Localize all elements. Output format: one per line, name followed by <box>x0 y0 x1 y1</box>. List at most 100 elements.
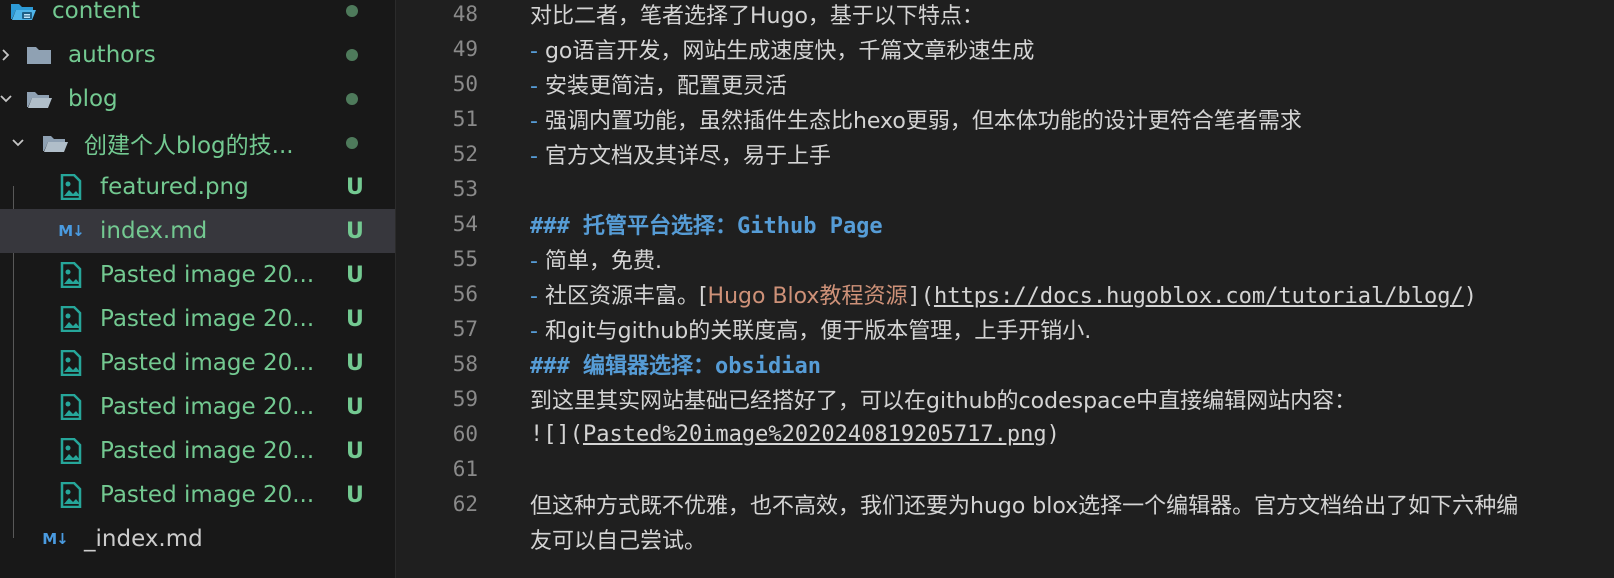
tree-item-label: authors <box>68 42 156 68</box>
tree-item-label: Pasted image 20... <box>100 306 315 332</box>
git-untracked-badge: U <box>346 482 364 508</box>
list-bullet: - <box>530 109 538 134</box>
code-line[interactable]: 57 - 和git与github的关联度高，便于版本管理，上手开销小. <box>396 311 1614 347</box>
line-content: - go语言开发，网站生成速度快，千篇文章秒速生成 <box>530 33 1034 65</box>
line-number: 54 <box>452 212 478 236</box>
tree-item[interactable]: authors <box>0 33 395 77</box>
image-file-icon <box>56 297 86 341</box>
line-content: - 简单，免费. <box>530 243 662 275</box>
line-number: 56 <box>452 282 478 306</box>
line-number: 58 <box>452 352 478 376</box>
line-number: 62 <box>452 492 478 516</box>
line-number: 60 <box>452 422 478 446</box>
list-bullet: - <box>530 144 538 169</box>
line-text: 简单，免费. <box>537 249 662 274</box>
code-line[interactable]: 48 对比二者，笔者选择了Hugo，基于以下特点： <box>396 0 1614 32</box>
line-content: - 和git与github的关联度高，便于版本管理，上手开销小. <box>530 313 1091 345</box>
folder-open-icon <box>40 121 70 165</box>
line-content: ### 编辑器选择：obsidian <box>530 348 821 380</box>
git-modified-dot <box>346 49 358 61</box>
line-text: 和git与github的关联度高，便于版本管理，上手开销小. <box>537 319 1092 344</box>
folder-open-icon <box>24 77 54 121</box>
line-number: 57 <box>452 317 478 341</box>
tree-item[interactable]: M↓ _index.md <box>0 517 395 561</box>
line-number: 59 <box>452 387 478 411</box>
tree-item[interactable]: Pasted image 20... U <box>0 385 395 429</box>
git-untracked-badge: U <box>346 218 364 244</box>
tree-item[interactable]: featured.png U <box>0 165 395 209</box>
line-number: 51 <box>452 107 478 131</box>
line-text: 对比二者，笔者选择了Hugo，基于以下特点： <box>530 4 984 29</box>
image-file-icon <box>56 165 86 209</box>
line-number: 53 <box>452 177 478 201</box>
code-line[interactable]: 友可以自己尝试。 <box>396 521 1614 557</box>
content-folder-icon <box>8 0 38 33</box>
list-bullet: - <box>530 319 538 344</box>
image-file-icon <box>56 473 86 517</box>
code-line[interactable]: 54 ### 托管平台选择：Github Page <box>396 206 1614 242</box>
list-bullet: - <box>530 284 538 309</box>
code-line[interactable]: 56 - 社区资源丰富。[Hugo Blox教程资源](https://docs.… <box>396 276 1614 312</box>
md-link-close: ) <box>1463 284 1478 309</box>
tree-item[interactable]: content <box>0 0 395 33</box>
code-line[interactable]: 49 - go语言开发，网站生成速度快，千篇文章秒速生成 <box>396 31 1614 67</box>
line-content: 友可以自己尝试。 <box>530 523 706 555</box>
code-line[interactable]: 60 ![](Pasted%20image%2020240819205717.pn… <box>396 416 1614 452</box>
list-bullet: - <box>530 74 538 99</box>
tree-item[interactable]: Pasted image 20... U <box>0 253 395 297</box>
tree-item[interactable]: Pasted image 20... U <box>0 297 395 341</box>
git-untracked-badge: U <box>346 438 364 464</box>
md-image-suffix: ) <box>1046 421 1060 447</box>
line-text: 友可以自己尝试。 <box>530 529 707 554</box>
tree-item-label: blog <box>68 86 118 112</box>
line-content: ### 托管平台选择：Github Page <box>530 208 883 240</box>
tree-item[interactable]: Pasted image 20... U <box>0 341 395 385</box>
explorer-sidebar: content authors blog 创建个人blog的技... featured.… <box>0 0 396 578</box>
markdown-icon: M↓ <box>58 222 85 240</box>
list-bullet: - <box>530 39 538 64</box>
code-line[interactable]: 55 - 简单，免费. <box>396 241 1614 277</box>
chevron-down-icon[interactable] <box>0 77 14 121</box>
code-line[interactable]: 62 但这种方式既不优雅，也不高效，我们还要为hugo blox选择一个编辑器。官… <box>396 486 1614 522</box>
image-file-icon <box>56 385 86 429</box>
tree-item[interactable]: blog <box>0 77 395 121</box>
line-text: 官方文档及其详尽，易于上手 <box>537 144 831 169</box>
git-modified-dot <box>346 5 358 17</box>
tree-item[interactable]: M↓ index.md U <box>0 209 395 253</box>
tree-item-label: _index.md <box>84 526 203 552</box>
git-untracked-badge: U <box>346 394 364 420</box>
line-content: - 强调内置功能，虽然插件生态比hexo更弱，但本体功能的设计更符合笔者需求 <box>530 103 1302 135</box>
line-text: 安装更简洁，配置更灵活 <box>537 74 787 99</box>
code-line[interactable]: 53 <box>396 171 1614 207</box>
git-modified-dot <box>346 137 358 149</box>
line-number: 52 <box>452 142 478 166</box>
code-line[interactable]: 52 - 官方文档及其详尽，易于上手 <box>396 136 1614 172</box>
md-link-url: https://docs.hugoblox.com/tutorial/blog/ <box>933 284 1464 309</box>
code-line[interactable]: 61 <box>396 451 1614 487</box>
code-line[interactable]: 59 到这里其实网站基础已经搭好了，可以在github的codespace中直接编… <box>396 381 1614 417</box>
markdown-icon: M↓ <box>42 530 69 548</box>
chevron-down-icon[interactable] <box>10 121 26 165</box>
tree-item-label: content <box>52 0 141 24</box>
image-file-icon <box>56 429 86 473</box>
line-text: go语言开发，网站生成速度快，千篇文章秒速生成 <box>537 39 1035 64</box>
code-line[interactable]: 51 - 强调内置功能，虽然插件生态比hexo更弱，但本体功能的设计更符合笔者需求 <box>396 101 1614 137</box>
code-line[interactable]: 58 ### 编辑器选择：obsidian <box>396 346 1614 382</box>
line-content: 但这种方式既不优雅，也不高效，我们还要为hugo blox选择一个编辑器。官方文… <box>530 488 1518 520</box>
chevron-right-icon[interactable] <box>0 33 14 77</box>
markdown-heading: ### 托管平台选择：Github Page <box>530 214 883 239</box>
tree-item[interactable]: 创建个人blog的技... <box>0 121 395 165</box>
line-content: 对比二者，笔者选择了Hugo，基于以下特点： <box>530 0 984 30</box>
tree-item[interactable]: Pasted image 20... U <box>0 429 395 473</box>
line-content: - 社区资源丰富。[Hugo Blox教程资源](https://docs.hu… <box>530 278 1477 310</box>
git-untracked-badge: U <box>346 306 364 332</box>
line-content: ![](Pasted%20image%2020240819205717.png) <box>530 422 1060 447</box>
git-modified-dot <box>346 93 358 105</box>
md-image-path: Pasted%20image%2020240819205717.png <box>582 421 1047 447</box>
line-text: 社区资源丰富。[ <box>537 284 708 309</box>
tree-item[interactable]: Pasted image 20... U <box>0 473 395 517</box>
editor-pane[interactable]: 48 对比二者，笔者选择了Hugo，基于以下特点： 49 - go语言开发，网站生成速… <box>396 0 1614 578</box>
line-content: - 官方文档及其详尽，易于上手 <box>530 138 831 170</box>
code-line[interactable]: 50 - 安装更简洁，配置更灵活 <box>396 66 1614 102</box>
tree-item-label: Pasted image 20... <box>100 350 315 376</box>
